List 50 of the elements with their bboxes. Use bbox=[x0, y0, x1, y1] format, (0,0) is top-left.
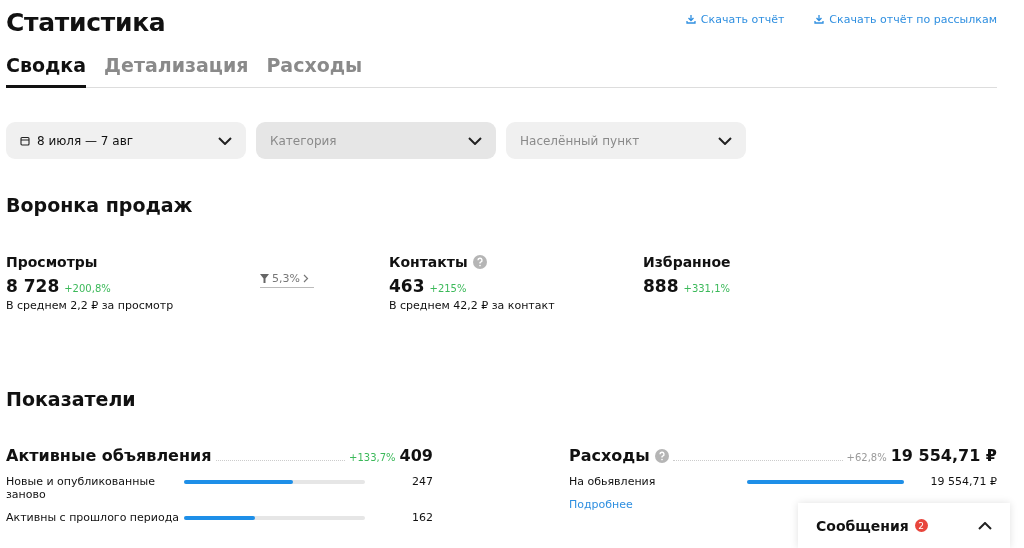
tab[interactable]: Расходы bbox=[266, 54, 363, 88]
page-title: Статистика bbox=[6, 7, 166, 37]
dropdown[interactable]: Категория bbox=[256, 122, 496, 159]
row-value: 19 554,71 ₽ bbox=[929, 475, 997, 488]
messages-panel[interactable]: Сообщения 2 bbox=[798, 503, 1010, 548]
help-icon[interactable] bbox=[654, 448, 669, 463]
metric-note: В среднем 42,2 ₽ за контакт bbox=[389, 299, 556, 312]
metric-value: 888 bbox=[643, 276, 679, 296]
section-title: Воронка продаж bbox=[6, 194, 194, 216]
metric-note: В среднем 2,2 ₽ за просмотр bbox=[6, 299, 175, 312]
chevron-down-icon bbox=[718, 136, 732, 145]
metric-label: Контакты bbox=[389, 254, 468, 270]
dropdown[interactable]: Населённый пункт bbox=[506, 122, 746, 159]
chevron-up-icon[interactable] bbox=[978, 521, 992, 530]
block-total: 409 bbox=[399, 446, 433, 465]
row-label: На обьявления bbox=[569, 475, 657, 488]
unread-badge: 2 bbox=[914, 519, 928, 532]
row-value: 162 bbox=[411, 511, 433, 524]
conversion-link[interactable]: 5,3% bbox=[260, 272, 314, 288]
metric-value: 463 bbox=[389, 276, 425, 296]
filter-icon bbox=[260, 274, 269, 283]
chevron-down-icon bbox=[218, 136, 232, 145]
date-range-dropdown[interactable]: 8 июля — 7 авг bbox=[6, 122, 246, 159]
metric-label: Просмотры bbox=[6, 254, 98, 270]
metric-label: Избранное bbox=[643, 254, 731, 270]
download-icon bbox=[685, 14, 696, 24]
block-title: Активные объявления bbox=[6, 446, 212, 465]
metric-value: 8 728 bbox=[6, 276, 60, 296]
chevron-down-icon bbox=[468, 136, 482, 145]
tab[interactable]: Сводка bbox=[6, 54, 87, 88]
block-total: 19 554,71 ₽ bbox=[890, 446, 997, 465]
row-label: Новые и опубликованные заново bbox=[6, 475, 156, 501]
block-change: +133,7% bbox=[349, 452, 396, 463]
download-icon bbox=[814, 14, 825, 24]
calendar-icon bbox=[20, 135, 30, 146]
download-link[interactable]: Скачать отчёт bbox=[685, 12, 785, 26]
row-label: Активны с прошлого периода bbox=[6, 511, 181, 524]
metric-change: +200,8% bbox=[64, 283, 111, 294]
help-icon[interactable] bbox=[472, 255, 487, 269]
block-title: Расходы bbox=[569, 446, 650, 465]
details-link[interactable]: Подробнее bbox=[569, 498, 633, 511]
metric-change: +331,1% bbox=[683, 283, 730, 294]
row-value: 247 bbox=[411, 475, 433, 488]
messages-title: Сообщения bbox=[816, 517, 909, 534]
metric-change: +215% bbox=[429, 283, 467, 294]
tab[interactable]: Детализация bbox=[104, 54, 249, 88]
chevron-right-icon bbox=[302, 274, 309, 283]
download-link[interactable]: Скачать отчёт по рассылкам bbox=[814, 12, 997, 26]
section-title: Показатели bbox=[6, 388, 137, 410]
block-change: +62,8% bbox=[846, 452, 887, 463]
